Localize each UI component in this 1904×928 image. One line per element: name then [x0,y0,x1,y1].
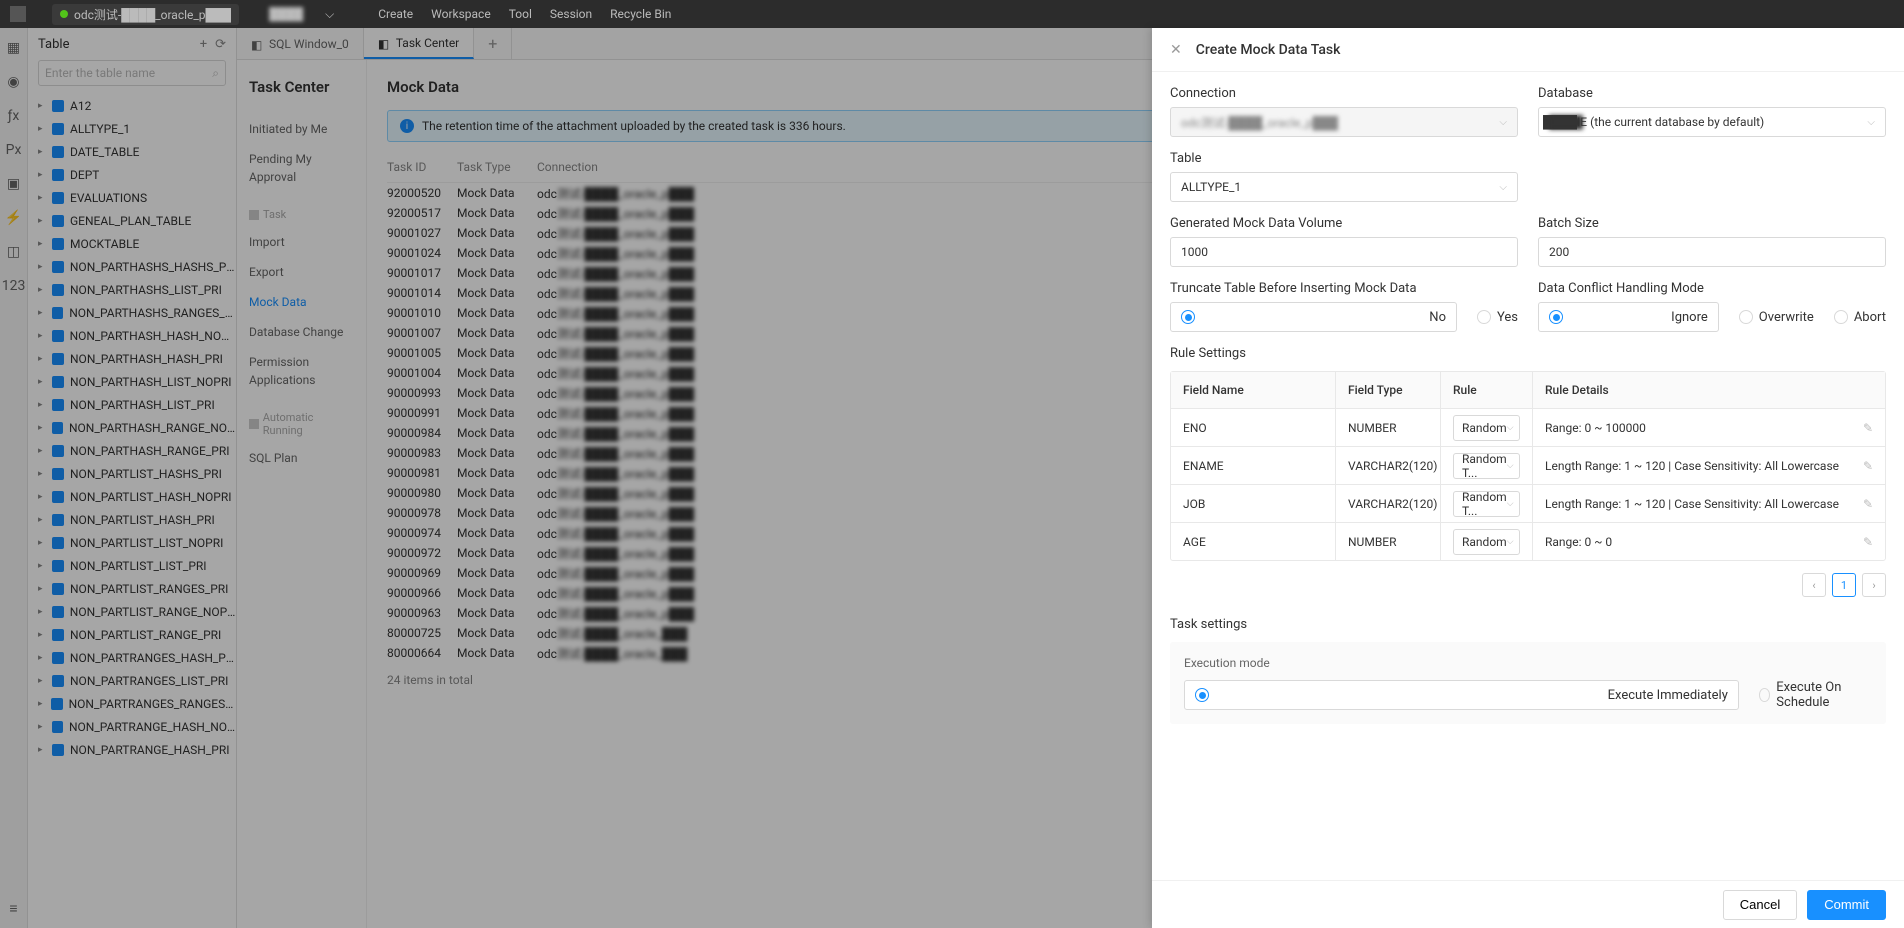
edit-icon[interactable]: ✎ [1863,421,1873,435]
rule-table: Field Name Field Type Rule Rule Details … [1170,371,1886,561]
label-connection: Connection [1170,86,1518,101]
chevron-down-icon[interactable]: ⌵ [325,7,334,22]
section-task-settings: Task settings [1170,617,1886,632]
label-truncate: Truncate Table Before Inserting Mock Dat… [1170,281,1518,296]
label-batch: Batch Size [1538,216,1886,231]
col-rule-details: Rule Details [1533,372,1885,408]
cancel-button[interactable]: Cancel [1723,890,1797,920]
rule-row: ENONUMBERRandom⌵Range: 0 ~ 100000✎ [1171,408,1885,446]
rule-row: AGENUMBERRandom⌵Range: 0 ~ 0✎ [1171,522,1885,560]
chevron-down-icon: ⌵ [1507,461,1514,471]
chevron-down-icon: ⌵ [1867,117,1875,128]
connection-badge[interactable]: odc测试-████_oracle_p███ [52,4,239,25]
rule-select[interactable]: Random T...⌵ [1453,491,1520,517]
topbar: odc测试-████_oracle_p███ ████ ⌵ Create Wor… [0,0,1904,28]
chevron-down-icon: ⌵ [1507,423,1514,433]
select-connection: odc测试-████_oracle_p███⌵ [1170,107,1518,137]
section-rule-settings: Rule Settings [1170,346,1886,361]
rule-row: ENAMEVARCHAR2(120)Random T...⌵Length Ran… [1171,446,1885,484]
chevron-down-icon: ⌵ [1499,182,1507,193]
current-user[interactable]: ████ [269,7,303,21]
status-dot-icon [60,10,68,18]
logo-icon [10,6,26,22]
rule-row: JOBVARCHAR2(120)Random T...⌵Length Range… [1171,484,1885,522]
label-database: Database [1538,86,1886,101]
page-next[interactable]: › [1862,573,1886,597]
menu-tool[interactable]: Tool [509,7,532,21]
col-field-name: Field Name [1171,372,1336,408]
connection-name: odc测试-████_oracle_p███ [74,6,231,23]
menu-workspace[interactable]: Workspace [431,7,491,21]
rule-select[interactable]: Random⌵ [1453,529,1520,555]
rule-select[interactable]: Random⌵ [1453,415,1520,441]
edit-icon[interactable]: ✎ [1863,497,1873,511]
menu-create[interactable]: Create [378,7,413,21]
col-rule: Rule [1441,372,1533,408]
page-prev[interactable]: ‹ [1802,573,1826,597]
pagination: ‹ 1 › [1170,573,1886,597]
menu-session[interactable]: Session [550,7,592,21]
close-icon[interactable]: ✕ [1170,42,1182,58]
label-volume: Generated Mock Data Volume [1170,216,1518,231]
menu-recyclebin[interactable]: Recycle Bin [610,7,671,21]
chevron-down-icon: ⌵ [1499,117,1507,128]
label-conflict: Data Conflict Handling Mode [1538,281,1886,296]
rule-select[interactable]: Random T...⌵ [1453,453,1520,479]
input-batch[interactable]: 200 [1538,237,1886,267]
page-1[interactable]: 1 [1832,573,1856,597]
label-exec-mode: Execution mode [1184,656,1872,670]
input-volume[interactable]: 1000 [1170,237,1518,267]
radio-exec-schedule[interactable]: Execute On Schedule [1759,680,1872,710]
radio-conflict-overwrite[interactable]: Overwrite [1739,310,1814,325]
radio-conflict-abort[interactable]: Abort [1834,310,1886,325]
select-database[interactable]: ████████IE (the current database by defa… [1538,107,1886,137]
edit-icon[interactable]: ✎ [1863,535,1873,549]
drawer-title: Create Mock Data Task [1196,42,1341,58]
commit-button[interactable]: Commit [1807,890,1886,920]
radio-truncate-yes[interactable]: Yes [1477,310,1518,325]
label-table: Table [1170,151,1518,166]
edit-icon[interactable]: ✎ [1863,459,1873,473]
radio-conflict-ignore[interactable]: Ignore [1538,302,1719,332]
col-field-type: Field Type [1336,372,1441,408]
radio-exec-immediately[interactable]: Execute Immediately [1184,680,1739,710]
create-mock-drawer: ✕ Create Mock Data Task Connection odc测试… [1152,28,1904,928]
radio-truncate-no[interactable]: No [1170,302,1457,332]
select-table[interactable]: ALLTYPE_1⌵ [1170,172,1518,202]
chevron-down-icon: ⌵ [1507,499,1514,509]
chevron-down-icon: ⌵ [1507,537,1514,547]
